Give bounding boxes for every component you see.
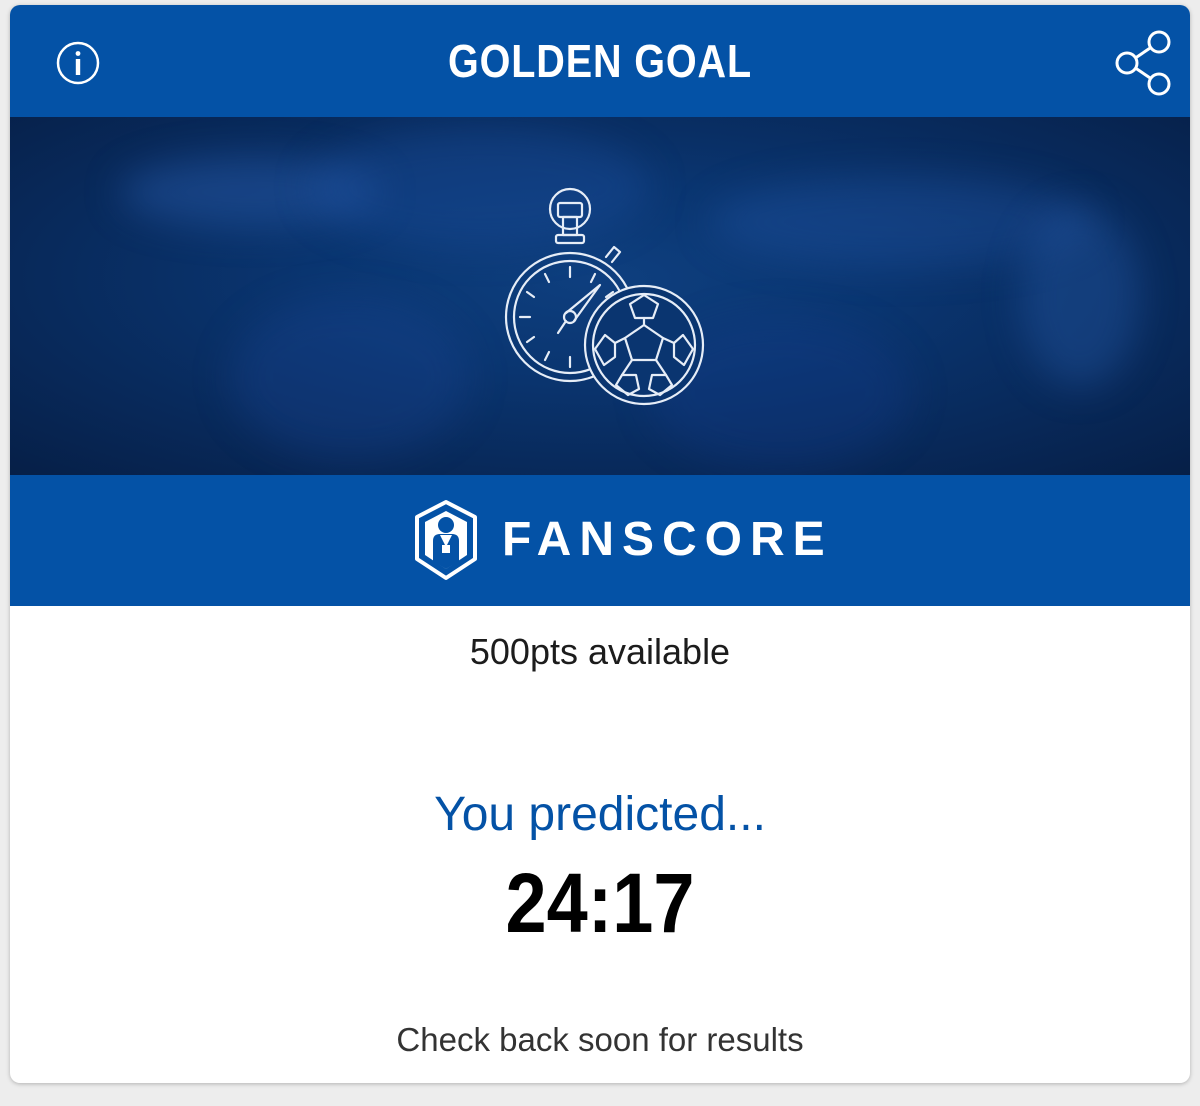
predicted-label: You predicted... xyxy=(434,788,766,841)
fanscore-shield-logo xyxy=(415,500,477,580)
brand-name: FANSCORE xyxy=(502,513,833,566)
golden-goal-card: GOLDEN GOAL FANSCORE 500pts available Yo… xyxy=(10,5,1190,1083)
predicted-time: 24:17 xyxy=(505,856,695,950)
fanscore-banner: FANSCORE xyxy=(10,475,1190,606)
points-available: 500pts available xyxy=(469,631,731,672)
header-bar: GOLDEN GOAL xyxy=(10,5,1190,117)
share-button[interactable] xyxy=(1110,27,1176,99)
page-title: GOLDEN GOAL xyxy=(448,35,752,87)
results-note: Check back soon for results xyxy=(396,1021,804,1058)
hero-banner xyxy=(10,117,1190,475)
share-icon xyxy=(1115,30,1171,96)
stopwatch-football-icon xyxy=(504,187,705,406)
